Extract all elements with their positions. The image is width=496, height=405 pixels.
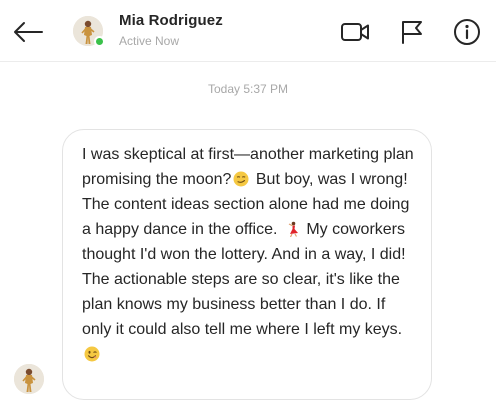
- message-segment-3: My coworkers thought I'd won the lottery…: [82, 221, 406, 338]
- flag-icon: [402, 21, 422, 44]
- back-button[interactable]: [10, 16, 46, 48]
- smirking-face-emoji-icon: [233, 170, 249, 187]
- info-button[interactable]: [452, 18, 482, 46]
- message-text: I was skeptical at first—another marketi…: [82, 142, 415, 367]
- contact-name[interactable]: Mia Rodriguez: [119, 12, 223, 29]
- sender-avatar[interactable]: [14, 364, 44, 394]
- contact-avatar-wrapper[interactable]: [73, 16, 105, 47]
- message-timestamp: Today 5:37 PM: [207, 82, 289, 96]
- back-arrow-icon: [14, 22, 43, 42]
- online-status-indicator: [94, 36, 105, 47]
- chat-header: Mia Rodriguez Active Now: [0, 0, 496, 62]
- dancing-woman-emoji-icon: [284, 220, 300, 238]
- contact-status: Active Now: [119, 34, 180, 48]
- video-call-button[interactable]: [340, 18, 370, 46]
- info-icon: [454, 19, 480, 45]
- video-camera-icon: [341, 23, 369, 41]
- winking-face-emoji-icon: [84, 345, 100, 362]
- message-bubble[interactable]: I was skeptical at first—another marketi…: [62, 129, 432, 400]
- report-button[interactable]: [397, 18, 427, 46]
